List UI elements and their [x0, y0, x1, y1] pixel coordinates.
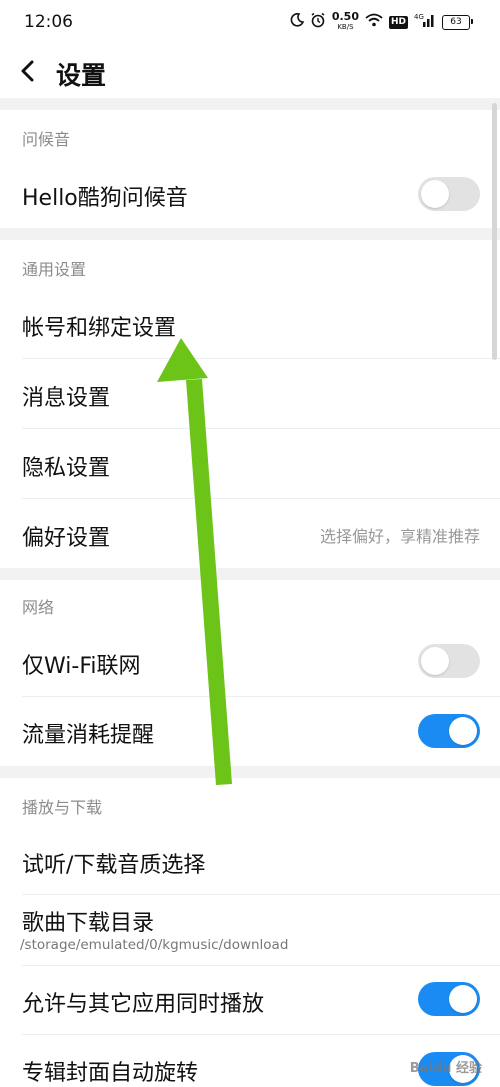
section-header-playback: 播放与下载: [0, 778, 500, 826]
section-header-network: 网络: [0, 580, 500, 628]
row-label: 流量消耗提醒: [22, 723, 155, 748]
row-data-usage-reminder[interactable]: 流量消耗提醒: [0, 697, 500, 766]
baidu-watermark: Baidu 经验: [409, 1061, 482, 1076]
row-label: 试听/下载音质选择: [22, 853, 206, 878]
signal-icon: 4G: [414, 12, 436, 32]
hello-greeting-toggle[interactable]: [418, 177, 480, 211]
status-icons: 0.50 KB/S HD 4G 63: [290, 10, 473, 34]
row-label: 帐号和绑定设置: [22, 316, 177, 341]
section-title-playback: 播放与下载: [22, 798, 103, 817]
row-download-directory[interactable]: 歌曲下载目录 /storage/emulated/0/kgmusic/downl…: [0, 895, 500, 965]
row-label: 偏好设置: [22, 526, 111, 551]
row-label: Hello酷狗问候音: [22, 186, 188, 211]
wifi-only-toggle[interactable]: [418, 644, 480, 678]
moon-icon: [290, 13, 305, 31]
svg-text:4G: 4G: [414, 13, 424, 21]
row-label: 仅Wi-Fi联网: [22, 654, 141, 679]
row-label: 专辑封面自动旋转: [22, 1061, 199, 1086]
battery-icon: 63: [442, 14, 473, 30]
row-label: 隐私设置: [22, 456, 111, 481]
download-path: /storage/emulated/0/kgmusic/download: [20, 937, 289, 953]
concurrent-playback-toggle[interactable]: [418, 982, 480, 1016]
row-audio-quality[interactable]: 试听/下载音质选择: [0, 826, 500, 894]
section-title-greeting: 问候音: [22, 130, 71, 149]
section-gap: [0, 568, 500, 580]
row-preference-settings[interactable]: 偏好设置 选择偏好，享精准推荐: [0, 499, 500, 568]
back-arrow-icon[interactable]: [14, 54, 44, 88]
row-privacy-settings[interactable]: 隐私设置: [0, 429, 500, 498]
section-title-bg: [0, 110, 500, 162]
row-label: 歌曲下载目录: [22, 911, 155, 936]
hd-badge: HD: [388, 15, 408, 29]
row-hello-greeting[interactable]: Hello酷狗问候音: [0, 160, 500, 228]
row-concurrent-playback[interactable]: 允许与其它应用同时播放: [0, 966, 500, 1034]
wifi-icon: [365, 13, 383, 31]
status-bar: 12:06 0.50 KB/S HD 4G 63: [0, 0, 500, 44]
page-title: 设置: [56, 61, 107, 90]
row-label: 允许与其它应用同时播放: [22, 992, 265, 1017]
section-gap: [0, 228, 500, 240]
section-header-general: 通用设置: [0, 240, 500, 288]
row-wifi-only[interactable]: 仅Wi-Fi联网: [0, 628, 500, 696]
section-title-network: 网络: [22, 598, 55, 617]
net-speed: 0.50 KB/S: [331, 10, 359, 31]
scrollbar[interactable]: [492, 103, 497, 360]
app-bar: 设置: [0, 44, 500, 98]
preference-hint: 选择偏好，享精准推荐: [319, 527, 480, 546]
alarm-icon: [310, 12, 326, 32]
section-gap: [0, 766, 500, 778]
row-label: 消息设置: [22, 386, 111, 411]
row-account-binding[interactable]: 帐号和绑定设置: [0, 288, 500, 358]
row-message-settings[interactable]: 消息设置: [0, 359, 500, 428]
section-title-general: 通用设置: [22, 260, 87, 279]
status-time: 12:06: [24, 12, 73, 32]
data-usage-reminder-toggle[interactable]: [418, 714, 480, 748]
